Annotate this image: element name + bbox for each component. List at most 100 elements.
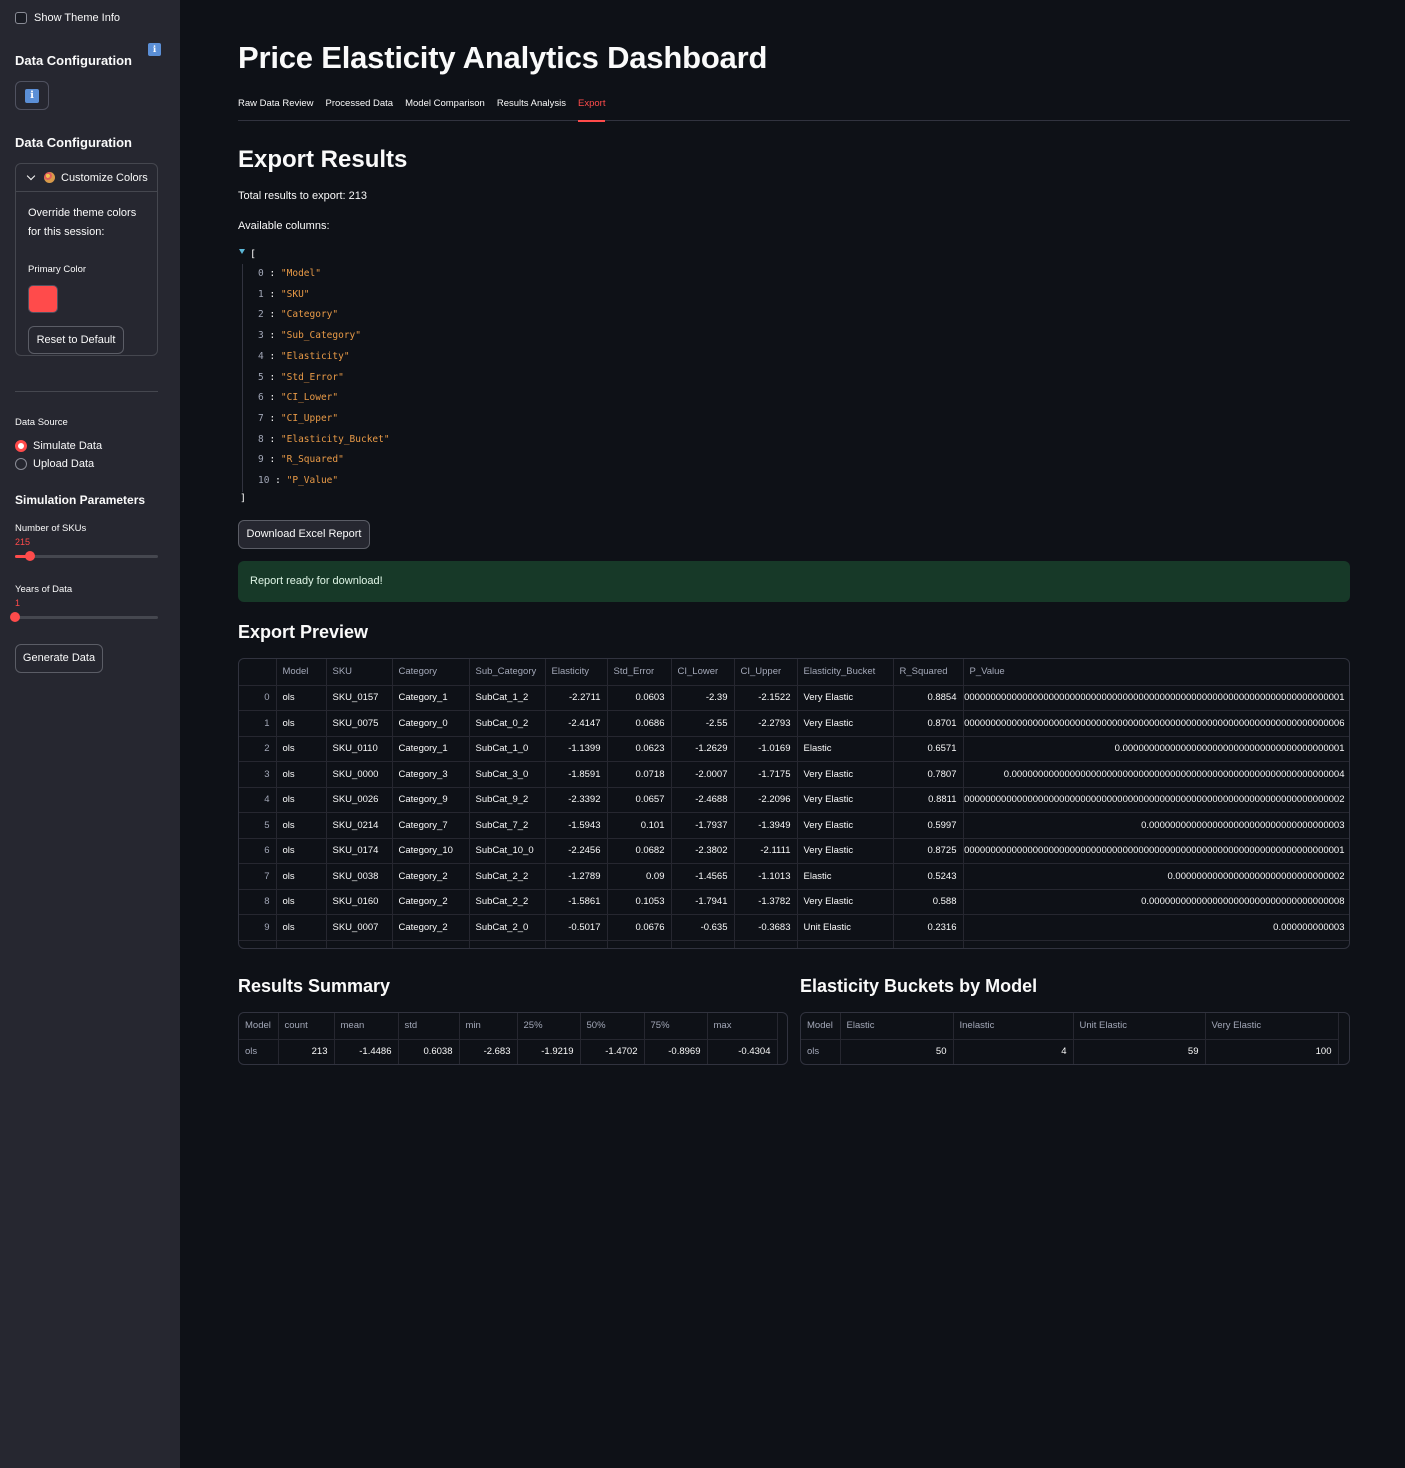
summary-column-header[interactable]: std xyxy=(398,1013,460,1040)
preview-cell[interactable]: SubCat_1_0 xyxy=(469,736,546,762)
table-row[interactable]: 0 ols SKU_0157 Category_1 SubCat_1_2 -2.2711 0… xyxy=(239,685,1349,711)
preview-cell[interactable]: -2.2793 xyxy=(734,710,798,737)
summary-cell[interactable]: -0.4304 xyxy=(707,1039,778,1064)
preview-cell[interactable]: SubCat_3_0 xyxy=(469,761,546,788)
summary-column-header[interactable]: Model xyxy=(239,1013,279,1040)
preview-cell[interactable]: -2.3392 xyxy=(545,787,608,813)
table-row[interactable]: 2 ols SKU_0110 Category_1 SubCat_1_0 -1.1399 0… xyxy=(239,736,1349,762)
buckets-cell[interactable]: 59 xyxy=(1073,1039,1206,1064)
radio-upload-data[interactable]: Upload Data xyxy=(15,458,94,470)
results-summary-table[interactable]: Model count mean std min 25% 50% 75% max ols 213-… xyxy=(238,1012,788,1065)
years-slider[interactable] xyxy=(10,612,158,622)
preview-cell[interactable]: SKU_0174 xyxy=(326,838,393,864)
collapse-caret-icon[interactable] xyxy=(239,249,245,254)
preview-cell[interactable]: -2.3802 xyxy=(671,838,735,864)
preview-cell[interactable]: ols xyxy=(276,787,327,813)
preview-cell[interactable]: 0.588 xyxy=(893,889,964,915)
preview-cell[interactable]: Category_7 xyxy=(392,812,470,839)
preview-cell[interactable]: 8 xyxy=(239,889,277,915)
preview-cell[interactable]: 0.5243 xyxy=(893,863,964,890)
reset-button[interactable]: Reset to Default xyxy=(28,326,124,354)
preview-cell[interactable]: Very Elastic xyxy=(797,761,894,788)
preview-cell[interactable]: Very Elastic xyxy=(797,685,894,711)
preview-cell[interactable]: -1.5943 xyxy=(545,812,608,839)
preview-cell[interactable]: -2.4147 xyxy=(545,710,608,737)
preview-cell[interactable]: 0.6571 xyxy=(893,736,964,762)
preview-cell[interactable]: 5 xyxy=(239,812,277,839)
preview-cell[interactable]: ols xyxy=(276,761,327,788)
preview-cell[interactable]: -2.1111 xyxy=(734,838,798,864)
preview-cell[interactable]: -1.7941 xyxy=(671,889,735,915)
preview-cell[interactable]: 0.0603 xyxy=(607,685,672,711)
preview-column-header[interactable]: Elasticity xyxy=(545,659,608,686)
summary-cell[interactable]: -2.683 xyxy=(459,1039,518,1064)
preview-cell[interactable]: 6 xyxy=(239,838,277,864)
preview-column-header[interactable]: Model xyxy=(276,659,327,686)
preview-cell[interactable]: 0.00000000000000000000000000000000000000… xyxy=(963,838,1349,864)
table-row[interactable]: ols 213 -1.4486 0.6038 -2.683 -1.9219 -1.4702-… xyxy=(239,1039,778,1064)
table-row[interactable]: 7 ols SKU_0038 Category_2 SubCat_2_2 -1.2789 0… xyxy=(239,863,1349,890)
preview-cell[interactable]: -1.8591 xyxy=(545,761,608,788)
summary-column-header[interactable]: mean xyxy=(334,1013,399,1040)
preview-cell[interactable]: 3 xyxy=(239,761,277,788)
table-row[interactable]: 3 ols SKU_0000 Category_3 SubCat_3_0 -1.8591 0… xyxy=(239,761,1349,788)
preview-cell[interactable]: ols xyxy=(276,685,327,711)
preview-cell[interactable]: 0.000000000003 xyxy=(963,914,1349,941)
preview-cell[interactable]: 0.5997 xyxy=(893,812,964,839)
preview-cell[interactable]: SKU_0026 xyxy=(326,787,393,813)
download-excel-button[interactable]: Download Excel Report xyxy=(238,520,370,549)
preview-cell[interactable]: SKU_0075 xyxy=(326,710,393,737)
preview-cell[interactable]: SubCat_0_2 xyxy=(469,710,546,737)
preview-cell[interactable]: ols xyxy=(276,914,327,941)
preview-cell[interactable]: SKU_0038 xyxy=(326,863,393,890)
preview-cell[interactable]: -2.2711 xyxy=(545,685,608,711)
preview-cell[interactable]: Category_1 xyxy=(392,736,470,762)
preview-cell[interactable]: -2.39 xyxy=(671,685,735,711)
preview-cell[interactable]: Category_0 xyxy=(392,710,470,737)
preview-cell[interactable]: Very Elastic xyxy=(797,710,894,737)
slider-thumb[interactable] xyxy=(25,551,36,561)
preview-cell[interactable]: 7 xyxy=(239,863,277,890)
preview-cell[interactable]: SKU_0007 xyxy=(326,914,393,941)
preview-cell[interactable]: Category_10 xyxy=(392,838,470,864)
preview-cell[interactable]: -1.1399 xyxy=(545,736,608,762)
preview-cell[interactable]: -1.3782 xyxy=(734,889,798,915)
table-row[interactable]: 6 ols SKU_0174 Category_10 SubCat_10_0 -2.245… xyxy=(239,838,1349,864)
preview-column-header[interactable]: Sub_Category xyxy=(469,659,546,686)
table-row[interactable]: 9 ols SKU_0007 Category_2 SubCat_2_0 -0.5017 0… xyxy=(239,914,1349,941)
preview-cell[interactable]: ols xyxy=(276,812,327,839)
summary-cell[interactable]: -1.9219 xyxy=(517,1039,581,1064)
summary-column-header[interactable]: 25% xyxy=(517,1013,581,1040)
preview-cell[interactable]: -1.3949 xyxy=(734,812,798,839)
preview-cell[interactable]: 4 xyxy=(239,787,277,813)
summary-cell[interactable]: 213 xyxy=(278,1039,335,1064)
preview-cell[interactable]: 0.0000000000000000000000000000000000003 xyxy=(963,812,1349,839)
table-row[interactable]: ols 50 4 59 100 xyxy=(801,1039,1339,1064)
buckets-cell[interactable]: 100 xyxy=(1205,1039,1339,1064)
preview-cell[interactable]: -2.2456 xyxy=(545,838,608,864)
preview-cell[interactable]: ols xyxy=(276,863,327,890)
preview-cell[interactable]: Elastic xyxy=(797,736,894,762)
buckets-cell[interactable]: 50 xyxy=(840,1039,954,1064)
preview-cell[interactable]: 0.0686 xyxy=(607,710,672,737)
preview-cell[interactable]: ols xyxy=(276,838,327,864)
summary-cell[interactable]: -1.4702 xyxy=(580,1039,645,1064)
preview-cell[interactable]: 0.00000000000000000000000000000000000000… xyxy=(963,710,1349,737)
tab-results-analysis[interactable]: Results Analysis xyxy=(497,97,566,121)
preview-cell[interactable]: 0.8854 xyxy=(893,685,964,711)
preview-cell[interactable]: Category_3 xyxy=(392,761,470,788)
preview-cell[interactable]: -2.0007 xyxy=(671,761,735,788)
preview-cell[interactable]: SubCat_2_2 xyxy=(469,863,546,890)
preview-column-header[interactable]: R_Squared xyxy=(893,659,964,686)
info-button[interactable]: ℹ xyxy=(15,81,49,110)
preview-cell[interactable]: -2.55 xyxy=(671,710,735,737)
buckets-cell[interactable]: 4 xyxy=(953,1039,1074,1064)
summary-column-header[interactable]: min xyxy=(459,1013,518,1040)
buckets-column-header[interactable]: Model xyxy=(801,1013,841,1040)
preview-cell[interactable]: SKU_0110 xyxy=(326,736,393,762)
preview-cell[interactable]: 1 xyxy=(239,710,277,737)
preview-cell[interactable]: 0.2316 xyxy=(893,914,964,941)
preview-cell[interactable]: ols xyxy=(276,736,327,762)
tab-export[interactable]: Export xyxy=(578,97,606,122)
preview-cell[interactable]: Very Elastic xyxy=(797,787,894,813)
